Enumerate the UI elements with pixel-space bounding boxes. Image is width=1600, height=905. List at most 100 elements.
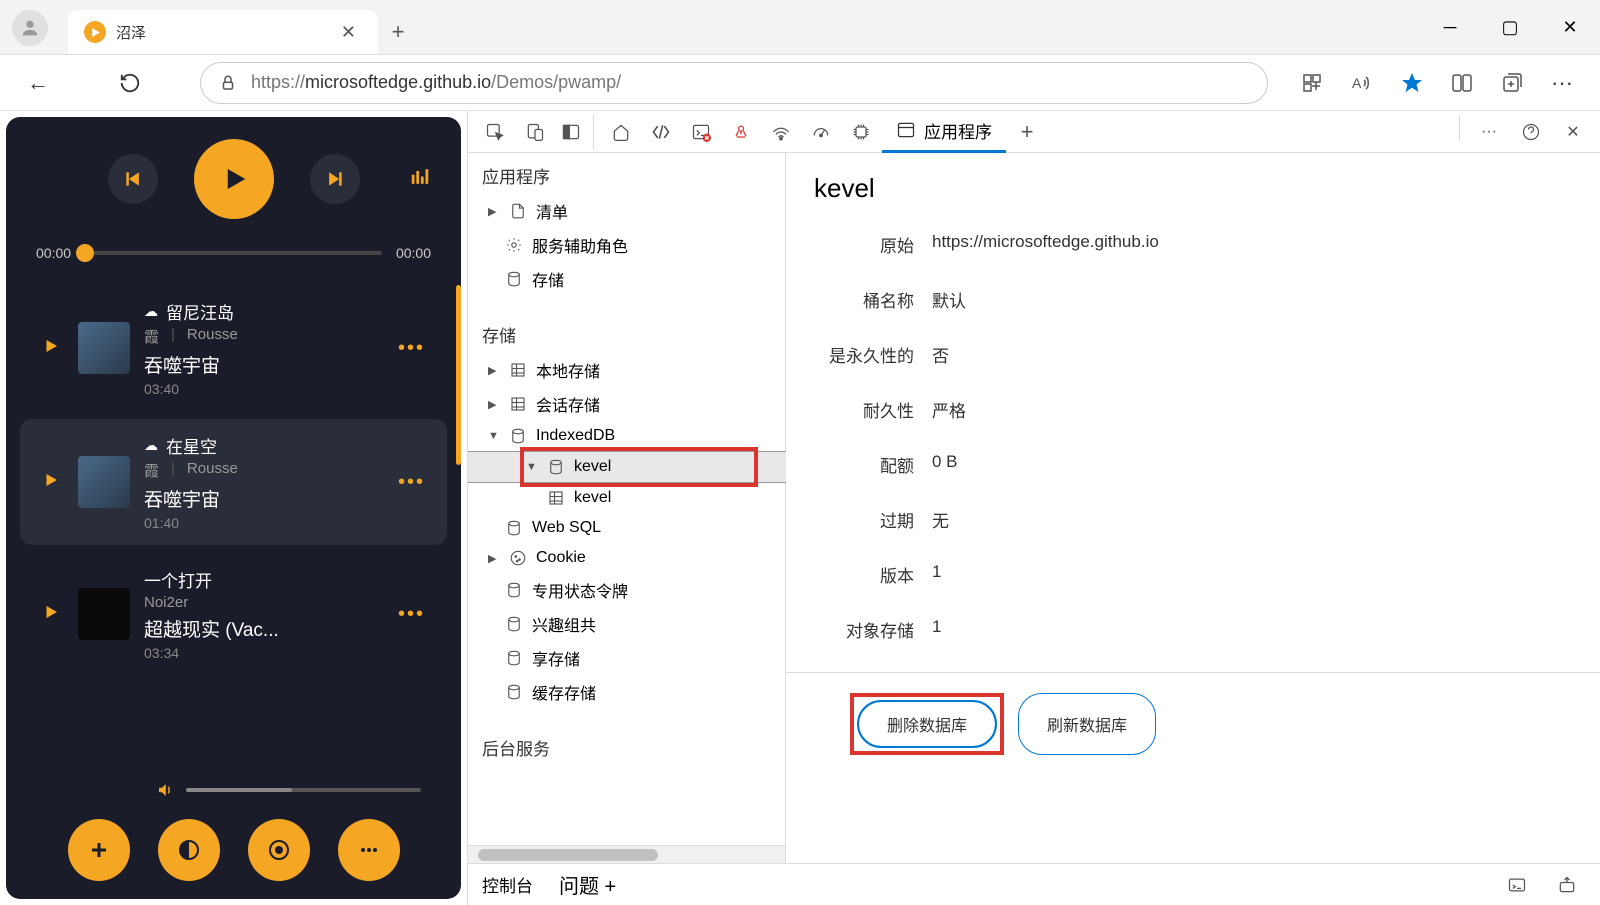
devtools-drawer: 控制台 问题 +: [468, 863, 1600, 905]
pwamp-app: 00:00 00:00 ☁留尼汪岛 霞|Rousse 吞噬宇宙 03:40 ••…: [6, 117, 461, 899]
tree-item-websql[interactable]: Web SQL: [468, 513, 786, 543]
memory-tab-icon[interactable]: [842, 114, 880, 150]
tree-item-cookies[interactable]: ▶Cookie: [468, 543, 786, 573]
section-title: 存储: [468, 312, 786, 353]
window-minimize-button[interactable]: ─: [1420, 0, 1480, 55]
track-play-icon[interactable]: [42, 603, 64, 626]
track-more-button[interactable]: •••: [398, 603, 425, 626]
track-artist: Noi2er: [144, 594, 188, 611]
track-item[interactable]: ☁在星空 霞|Rousse 吞噬宇宙 01:40 •••: [20, 419, 447, 545]
add-tab-button[interactable]: +: [1008, 114, 1046, 150]
record-button[interactable]: [248, 819, 310, 881]
drawer-issues-tab[interactable]: 问题 +: [559, 870, 616, 899]
track-duration: 03:34: [144, 645, 384, 661]
split-screen-icon[interactable]: [1440, 61, 1484, 105]
devtools-tabbar: 应用程序 + ··· ✕: [468, 111, 1600, 153]
back-button[interactable]: ←: [16, 61, 60, 105]
track-item[interactable]: 一个打开 Noi2er 超越现实 (Vac... 03:34 •••: [20, 553, 447, 675]
add-button[interactable]: [68, 819, 130, 881]
delete-database-button[interactable]: 删除数据库: [858, 701, 996, 747]
drawer-command-icon[interactable]: [1498, 867, 1536, 903]
profile-avatar[interactable]: [12, 10, 48, 46]
track-title: 留尼汪岛: [166, 299, 234, 324]
browser-toolbar: ← https://microsoftedge.github.io/Demos/…: [0, 55, 1600, 111]
tree-item-session-storage[interactable]: ▶会话存储: [468, 387, 786, 421]
window-maximize-button[interactable]: ▢: [1480, 0, 1540, 55]
track-play-icon[interactable]: [42, 471, 64, 494]
equalizer-icon[interactable]: [409, 166, 431, 193]
track-play-icon[interactable]: [42, 337, 64, 360]
drawer-expand-icon[interactable]: [1548, 867, 1586, 903]
performance-tab-icon[interactable]: [802, 114, 840, 150]
tab-strip: 沼泽 ✕ +: [0, 0, 1600, 55]
tree-item-storage[interactable]: 存储: [468, 262, 786, 296]
next-track-button[interactable]: [310, 154, 360, 204]
device-toggle-icon[interactable]: [516, 114, 554, 150]
drawer-console-tab[interactable]: 控制台: [482, 872, 533, 897]
window-close-button[interactable]: ✕: [1540, 0, 1600, 55]
track-item[interactable]: ☁留尼汪岛 霞|Rousse 吞噬宇宙 03:40 •••: [20, 285, 447, 411]
tree-item-service-workers[interactable]: 服务辅助角色: [468, 228, 786, 262]
section-title: 应用程序: [468, 153, 786, 194]
section-title: 后台服务: [468, 725, 786, 766]
welcome-tab-icon[interactable]: [602, 114, 640, 150]
refresh-database-button[interactable]: 刷新数据库: [1018, 693, 1156, 755]
track-more-button[interactable]: •••: [398, 337, 425, 360]
tree-item-local-storage[interactable]: ▶本地存储: [468, 353, 786, 387]
lock-icon: [219, 74, 237, 92]
track-album: 吞噬宇宙: [144, 485, 384, 512]
tree-item-private-state[interactable]: 专用状态令牌: [468, 573, 786, 607]
detail-heading: kevel: [814, 173, 1572, 204]
tree-item-indexeddb[interactable]: ▼IndexedDB: [468, 421, 786, 451]
time-total: 00:00: [396, 245, 431, 261]
read-aloud-icon[interactable]: A: [1340, 61, 1384, 105]
reload-button[interactable]: [108, 61, 152, 105]
track-title: 一个打开: [144, 567, 212, 592]
seek-slider[interactable]: [85, 251, 382, 255]
track-art: [78, 322, 130, 374]
tree-item-shared-storage[interactable]: 享存储: [468, 641, 786, 675]
theme-button[interactable]: [158, 819, 220, 881]
devtools-more-icon[interactable]: ···: [1470, 114, 1508, 150]
tree-item-indexeddb-store[interactable]: kevel: [468, 483, 786, 513]
tree-item-manifest[interactable]: ▶清单: [468, 194, 786, 228]
tree-item-cache-storage[interactable]: 缓存存储: [468, 675, 786, 709]
application-tab[interactable]: 应用程序: [882, 111, 1006, 153]
track-more-button[interactable]: •••: [398, 471, 425, 494]
prev-track-button[interactable]: [108, 154, 158, 204]
devtools: 应用程序 + ··· ✕ 应用程序 ▶清单 服务辅助角色 存储 存储 ▶本地存储…: [467, 111, 1600, 905]
track-artist: 霞: [144, 326, 159, 347]
new-tab-button[interactable]: +: [378, 12, 418, 52]
application-icon: [896, 120, 916, 140]
url-text: https://microsoftedge.github.io/Demos/pw…: [251, 72, 621, 93]
track-album: 吞噬宇宙: [144, 351, 384, 378]
collections-icon[interactable]: [1490, 61, 1534, 105]
tab-close-button[interactable]: ✕: [335, 20, 362, 45]
devtools-help-icon[interactable]: [1512, 114, 1550, 150]
elements-tab-icon[interactable]: [642, 114, 680, 150]
play-button[interactable]: [194, 139, 274, 219]
tree-item-indexeddb-db[interactable]: ▼kevel: [468, 451, 786, 483]
extensions-icon[interactable]: [1290, 61, 1334, 105]
volume-slider[interactable]: [186, 788, 421, 792]
tab-title: 沼泽: [116, 22, 146, 43]
sidebar-hscrollbar[interactable]: [468, 845, 785, 863]
network-tab-icon[interactable]: [762, 114, 800, 150]
more-button[interactable]: [338, 819, 400, 881]
sources-tab-icon[interactable]: [722, 114, 760, 150]
volume-icon[interactable]: [156, 781, 174, 799]
tree-item-interest-groups[interactable]: 兴趣组共: [468, 607, 786, 641]
inspect-icon[interactable]: [476, 114, 514, 150]
console-tab-icon[interactable]: [682, 114, 720, 150]
favorites-icon[interactable]: [1390, 61, 1434, 105]
dock-icon[interactable]: [556, 114, 594, 150]
highlight-annotation: 删除数据库: [850, 693, 1004, 755]
devtools-close-icon[interactable]: ✕: [1554, 114, 1592, 150]
settings-more-icon[interactable]: ···: [1540, 61, 1584, 105]
address-bar[interactable]: https://microsoftedge.github.io/Demos/pw…: [200, 62, 1268, 104]
track-title: 在星空: [166, 433, 217, 458]
devtools-sidebar[interactable]: 应用程序 ▶清单 服务辅助角色 存储 存储 ▶本地存储 ▶会话存储 ▼Index…: [468, 153, 786, 845]
cloud-icon: ☁: [144, 303, 158, 320]
browser-tab[interactable]: 沼泽 ✕: [68, 10, 378, 54]
track-duration: 03:40: [144, 381, 384, 397]
